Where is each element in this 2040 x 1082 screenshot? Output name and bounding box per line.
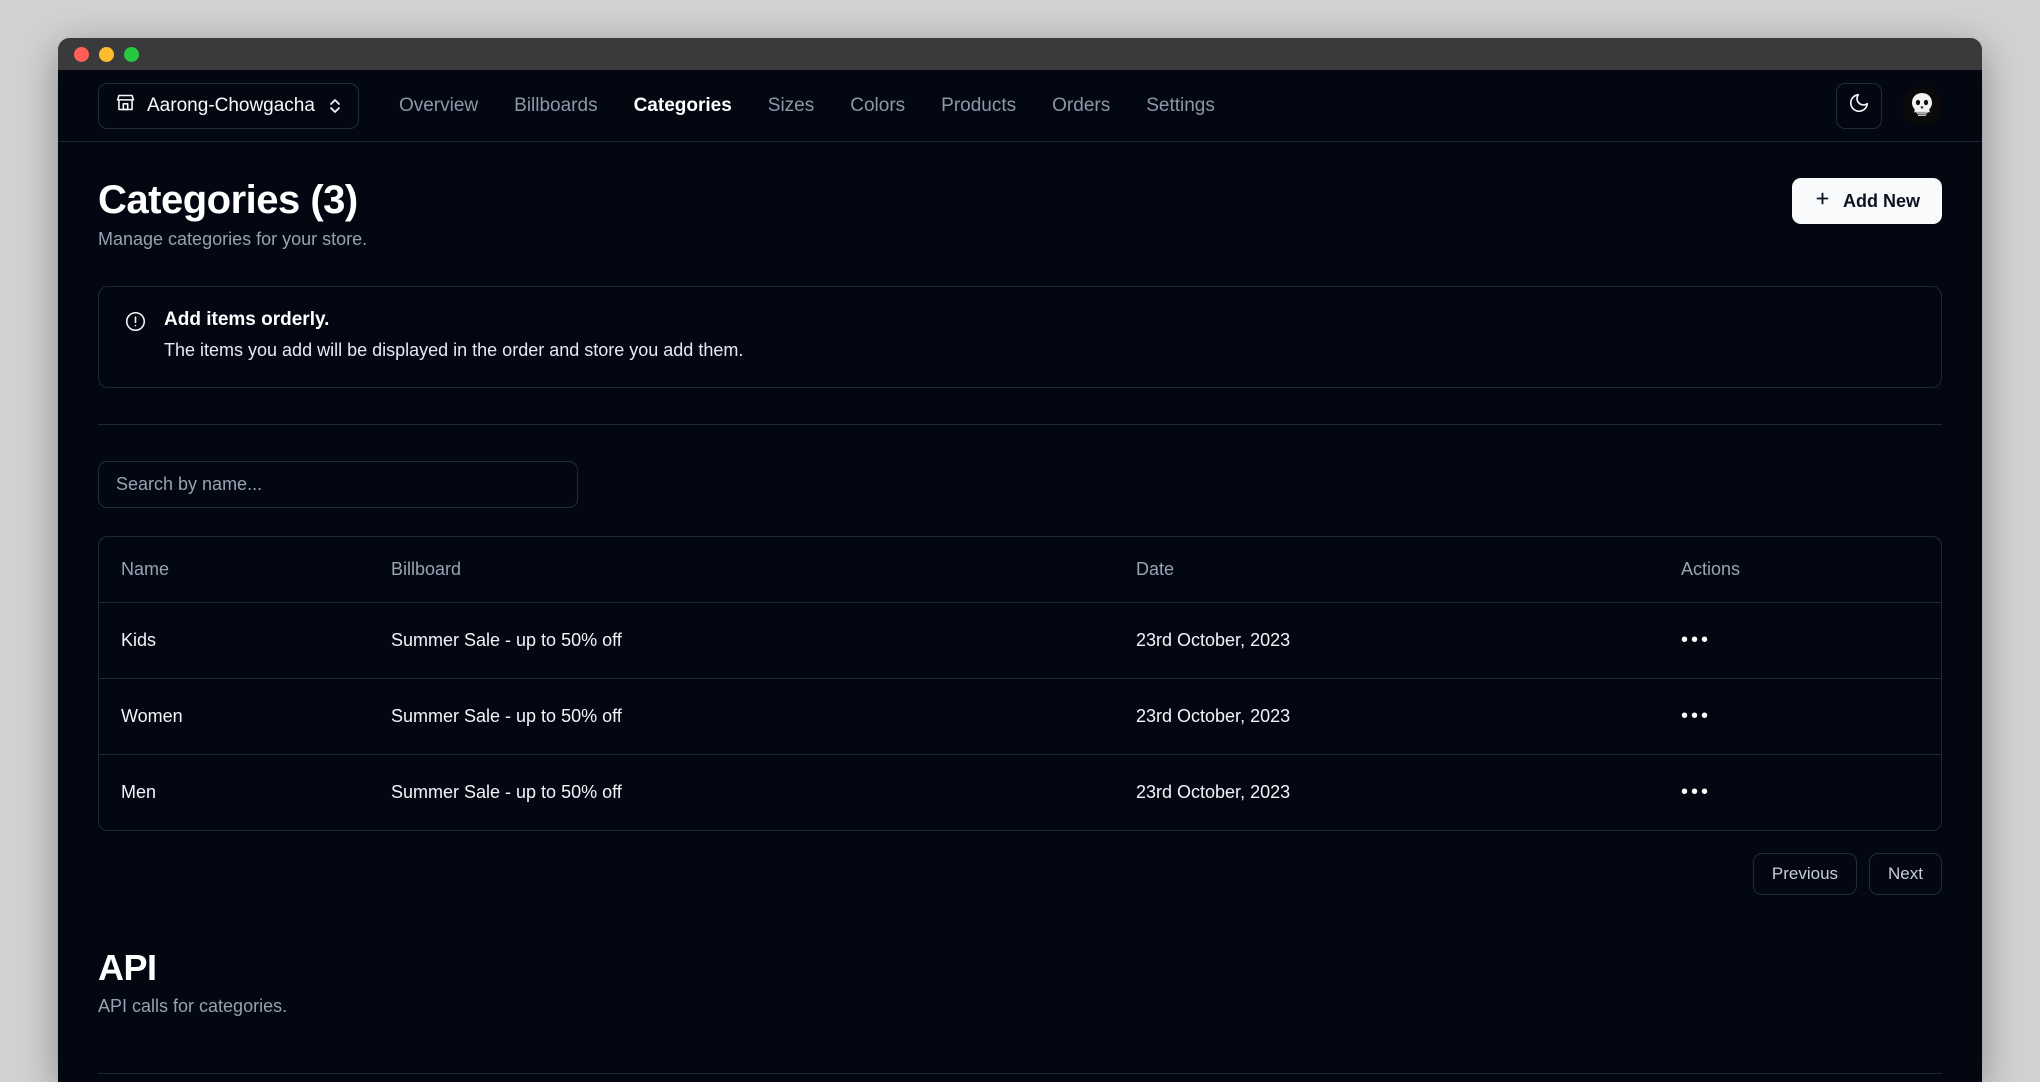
section-divider — [98, 424, 1942, 425]
cell-actions: ••• — [1659, 602, 1941, 679]
nav-link-billboards[interactable]: Billboards — [514, 95, 597, 117]
app-window: Aarong-Chowgacha Overview Billboards Cat… — [58, 38, 1982, 1082]
table-header-row: Name Billboard Date Actions — [99, 537, 1941, 603]
moon-icon — [1848, 92, 1870, 119]
page-subtitle: Manage categories for your store. — [98, 229, 368, 249]
api-section-divider — [98, 1073, 1942, 1074]
alert-text: Add items orderly. The items you add wil… — [164, 309, 743, 361]
cell-name: Men — [121, 782, 157, 802]
api-section-subtitle: API calls for categories. — [98, 996, 288, 1016]
column-header-date: Date — [1114, 537, 1659, 603]
api-section: API API calls for categories. — [98, 947, 1942, 1074]
nav-link-orders[interactable]: Orders — [1052, 95, 1110, 117]
avatar[interactable] — [1902, 85, 1942, 126]
window-close-button[interactable] — [74, 46, 89, 62]
ellipsis-horizontal-icon[interactable]: ••• — [1681, 782, 1711, 802]
column-header-actions: Actions — [1659, 537, 1941, 603]
window-zoom-button[interactable] — [124, 46, 139, 62]
next-page-button[interactable]: Next — [1869, 853, 1942, 895]
column-header-billboard: Billboard — [369, 537, 1114, 603]
alert-description: The items you add will be displayed in t… — [164, 340, 744, 360]
nav-link-overview[interactable]: Overview — [399, 95, 478, 117]
cell-billboard: Summer Sale - up to 50% off — [369, 602, 1114, 679]
ellipsis-horizontal-icon[interactable]: ••• — [1681, 706, 1711, 726]
cell-billboard: Summer Sale - up to 50% off — [391, 782, 622, 802]
alert-title: Add items orderly. — [164, 309, 330, 330]
nav-link-products[interactable]: Products — [941, 95, 1016, 117]
cell-billboard: Summer Sale - up to 50% off — [369, 678, 1114, 755]
store-switcher-label: Aarong-Chowgacha — [147, 94, 315, 116]
store-icon — [115, 92, 136, 119]
user-avatar-image — [1902, 85, 1942, 126]
nav-link-sizes[interactable]: Sizes — [768, 95, 814, 117]
cell-actions: ••• — [1659, 755, 1941, 831]
plus-icon — [1814, 190, 1831, 212]
table-row: Men Summer Sale - up to 50% off 23rd Oct… — [99, 755, 1941, 831]
search-input[interactable] — [98, 461, 578, 508]
add-new-button[interactable]: Add New — [1791, 178, 1942, 224]
previous-page-button[interactable]: Previous — [1752, 853, 1858, 895]
store-switcher[interactable]: Aarong-Chowgacha — [98, 82, 359, 129]
nav-link-categories[interactable]: Categories — [634, 95, 732, 117]
ellipsis-horizontal-icon[interactable]: ••• — [1681, 630, 1711, 650]
add-new-button-label: Add New — [1842, 190, 1920, 211]
nav-links: Overview Billboards Categories Sizes Col… — [399, 95, 1215, 117]
cell-date: 23rd October, 2023 — [1136, 782, 1291, 802]
chevron-up-down-icon — [328, 96, 342, 116]
window-titlebar — [58, 38, 1982, 70]
pagination: Previous Next — [98, 853, 1942, 895]
cell-name: Kids — [99, 602, 369, 679]
theme-toggle-button[interactable] — [1836, 82, 1882, 129]
page-title: Categories (3) — [98, 178, 358, 222]
api-section-title: API — [98, 947, 157, 988]
page-header-text: Categories (3) Manage categories for you… — [98, 178, 367, 250]
page-content: Categories (3) Manage categories for you… — [58, 142, 1982, 1074]
column-header-name: Name — [99, 537, 369, 603]
cell-date: 23rd October, 2023 — [1114, 602, 1659, 679]
alert-circle-icon — [125, 309, 146, 361]
navbar-right-controls — [1836, 82, 1942, 129]
window-minimize-button[interactable] — [99, 46, 114, 62]
nav-link-colors[interactable]: Colors — [850, 95, 905, 117]
cell-date: 23rd October, 2023 — [1114, 678, 1659, 755]
categories-table: Name Billboard Date Actions Kids Summer … — [98, 536, 1942, 831]
table-row: Kids Summer Sale - up to 50% off 23rd Oc… — [99, 602, 1941, 679]
top-navigation-bar: Aarong-Chowgacha Overview Billboards Cat… — [58, 70, 1982, 142]
table-row: Women Summer Sale - up to 50% off 23rd O… — [99, 678, 1941, 755]
alert-banner: Add items orderly. The items you add wil… — [98, 286, 1942, 388]
cell-name: Women — [99, 678, 369, 755]
page-header: Categories (3) Manage categories for you… — [98, 178, 1942, 250]
cell-actions: ••• — [1659, 678, 1941, 755]
nav-link-settings[interactable]: Settings — [1146, 95, 1215, 117]
